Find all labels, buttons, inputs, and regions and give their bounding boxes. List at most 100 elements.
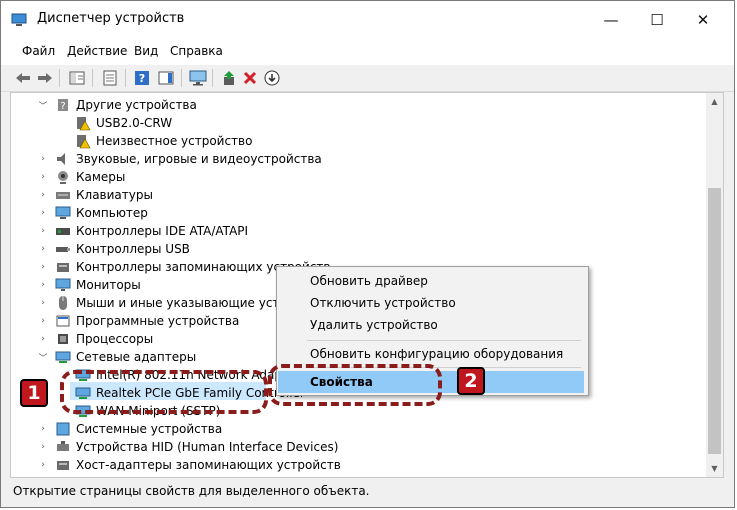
tree-item-label: Камеры [76, 170, 126, 184]
tree-item-keyboards[interactable]: › Клавиатуры [11, 186, 711, 204]
mouse-icon [59, 296, 67, 310]
menu-update-driver[interactable]: Обновить драйвер [278, 270, 584, 292]
tree-item-system-devices[interactable]: › Системные устройства [11, 420, 711, 438]
tree-item-ide[interactable]: › Контроллеры IDE ATA/ATAPI [11, 222, 711, 240]
menu-uninstall-device[interactable]: Удалить устройство [278, 314, 584, 336]
menu-disable-device[interactable]: Отключить устройство [278, 292, 584, 314]
chevron-right-icon[interactable]: › [38, 420, 48, 438]
tree-item-label: Хост-адаптеры запоминающих устройств [76, 458, 341, 472]
annotation-ring-2 [268, 364, 442, 406]
warning-device-icon [77, 117, 91, 131]
scroll-thumb[interactable] [708, 188, 721, 454]
network-adapter-icon [55, 351, 71, 363]
chevron-right-icon[interactable]: › [38, 276, 48, 294]
menu-help[interactable]: Справка [170, 44, 223, 58]
monitor-icon[interactable] [188, 68, 208, 88]
controller-icon [56, 228, 70, 235]
chevron-right-icon[interactable]: › [38, 456, 48, 474]
tree-item-usb-controllers[interactable]: › Контроллеры USB [11, 240, 711, 258]
back-arrow-icon[interactable] [13, 68, 33, 88]
menu-separator [307, 340, 581, 341]
tree-item-label: Неизвестное устройство [96, 134, 253, 148]
minimize-button[interactable]: — [588, 1, 634, 39]
monitor-icon [55, 278, 71, 291]
tree-item-label: Процессоры [76, 332, 154, 346]
processor-icon [58, 334, 68, 344]
camera-icon [58, 171, 68, 184]
unknown-device-icon: ? [58, 99, 68, 112]
chevron-right-icon[interactable]: › [38, 240, 48, 258]
scroll-down-icon[interactable]: ▼ [706, 460, 723, 477]
svg-text:?: ? [139, 72, 145, 85]
menu-item-label: Отключить устройство [310, 296, 456, 310]
chevron-down-icon[interactable]: ﹀ [38, 348, 48, 366]
chevron-down-icon[interactable]: ﹀ [38, 96, 48, 114]
tree-item-unknown-device[interactable]: Неизвестное устройство [11, 132, 711, 150]
tree-item-label: Устройства HID (Human Interface Devices) [76, 440, 339, 454]
show-hide-tree-icon[interactable] [67, 68, 87, 88]
computer-icon [55, 206, 71, 219]
tree-item-label: Контроллеры IDE ATA/ATAPI [76, 224, 249, 238]
menu-action[interactable]: Действие [67, 44, 127, 58]
tree-item-other-devices[interactable]: ﹀ ? Другие устройства [11, 96, 711, 114]
tree-item-label: Программные устройства [76, 314, 240, 328]
window-title: Диспетчер устройств [37, 11, 185, 26]
uninstall-red-x-icon[interactable] [240, 68, 260, 88]
chevron-right-icon[interactable]: › [38, 222, 48, 240]
download-circle-icon[interactable] [262, 68, 282, 88]
menu-item-label: Удалить устройство [310, 318, 438, 332]
menu-item-label: Обновить конфигурацию оборудования [310, 347, 564, 361]
tree-item-label: Звуковые, игровые и видеоустройства [76, 152, 322, 166]
chevron-right-icon[interactable]: › [38, 168, 48, 186]
chevron-right-icon[interactable]: › [38, 312, 48, 330]
update-driver-icon[interactable] [219, 68, 239, 88]
system-device-icon [56, 422, 70, 436]
warning-device-icon [77, 135, 91, 149]
tree-item-sound[interactable]: › Звуковые, игровые и видеоустройства [11, 150, 711, 168]
status-text: Открытие страницы свойств для выделенног… [13, 484, 370, 498]
action-pane-icon[interactable] [156, 68, 176, 88]
close-button[interactable]: ✕ [680, 1, 726, 39]
tree-item-label: Клавиатуры [76, 188, 153, 202]
storage-controller-icon [57, 263, 69, 272]
annotation-badge-2: 2 [457, 367, 485, 395]
tree-item-label: Системные устройства [76, 422, 223, 436]
tree-item-label: Мониторы [76, 278, 141, 292]
tree-item-cameras[interactable]: › Камеры [11, 168, 711, 186]
host-adapter-icon [57, 461, 69, 470]
maximize-button[interactable]: ☐ [634, 1, 680, 39]
tree-item-computer[interactable]: › Компьютер [11, 204, 711, 222]
scroll-up-icon[interactable]: ▲ [706, 93, 723, 110]
svg-text:?: ? [60, 101, 65, 112]
device-manager-icon [11, 13, 27, 26]
tree-item-label: Другие устройства [76, 98, 197, 112]
tree-item-label: Сетевые адаптеры [76, 350, 197, 364]
vertical-scrollbar[interactable]: ▲ ▼ [706, 93, 723, 477]
speaker-icon [57, 153, 65, 165]
chevron-right-icon[interactable]: › [38, 258, 48, 276]
status-bar: Открытие страницы свойств для выделенног… [10, 480, 724, 502]
chevron-right-icon[interactable]: › [38, 438, 48, 456]
menu-file[interactable]: Файл [22, 44, 55, 58]
menu-bar: Файл Действие Вид Справка [1, 39, 734, 65]
hid-icon [57, 441, 69, 451]
tree-item-label: Контроллеры USB [76, 242, 190, 256]
chevron-right-icon[interactable]: › [38, 204, 48, 222]
forward-arrow-icon[interactable] [35, 68, 55, 88]
chevron-right-icon[interactable]: › [38, 330, 48, 348]
tree-item-hid[interactable]: › Устройства HID (Human Interface Device… [11, 438, 711, 456]
toolbar: ? [1, 65, 734, 92]
menu-item-label: Обновить драйвер [310, 274, 428, 288]
usb-icon [56, 247, 70, 252]
properties-sheet-icon[interactable] [100, 68, 120, 88]
tree-item-usb2-crw[interactable]: USB2.0-CRW [11, 114, 711, 132]
chevron-right-icon[interactable]: › [38, 150, 48, 168]
chevron-right-icon[interactable]: › [38, 186, 48, 204]
menu-scan-hardware[interactable]: Обновить конфигурацию оборудования [278, 343, 584, 365]
annotation-badge-1: 1 [20, 379, 48, 407]
help-icon[interactable]: ? [132, 68, 152, 88]
title-bar: Диспетчер устройств — ☐ ✕ [1, 1, 734, 39]
menu-view[interactable]: Вид [134, 44, 158, 58]
tree-item-host-adapters[interactable]: › Хост-адаптеры запоминающих устройств [11, 456, 711, 474]
chevron-right-icon[interactable]: › [38, 294, 48, 312]
